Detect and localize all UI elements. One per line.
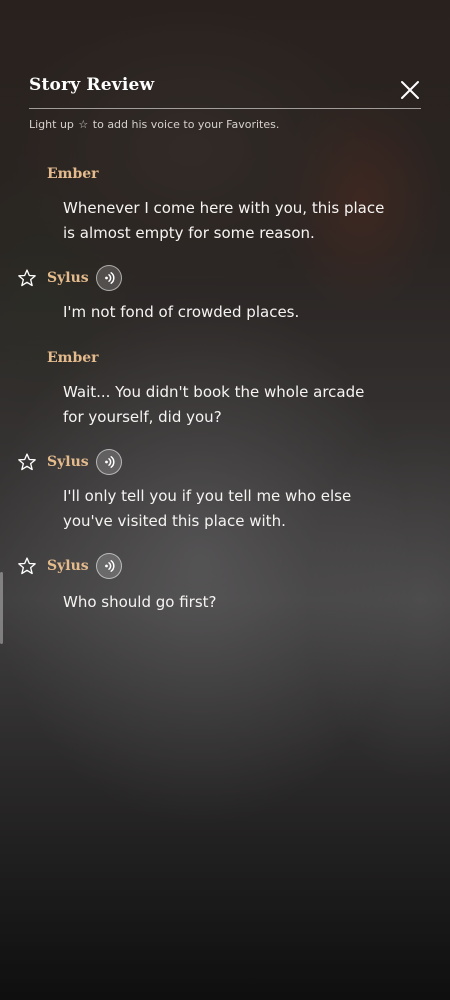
favorites-hint: Light up ☆ to add his voice to your Favo… <box>29 118 279 131</box>
speaker-name: Ember <box>47 166 99 182</box>
hint-text-post: to add his voice to your Favorites. <box>92 118 280 131</box>
star-outline-icon <box>18 557 36 575</box>
dialogue-line: Whenever I come here with you, this plac… <box>63 199 385 217</box>
dialogue-line: Wait... You didn't book the whole arcade <box>63 383 365 401</box>
hint-text-pre: Light up <box>29 118 74 131</box>
star-outline-icon <box>18 269 36 287</box>
favorite-star-button[interactable] <box>17 268 37 288</box>
favorite-star-button[interactable] <box>17 452 37 472</box>
speaker-name: Ember <box>47 350 99 366</box>
speaker-name: Sylus <box>47 558 89 574</box>
speaker-name: Sylus <box>47 454 89 470</box>
voice-play-icon <box>105 560 115 572</box>
voice-play-icon <box>105 272 115 284</box>
dialogue-line: is almost empty for some reason. <box>63 224 315 242</box>
hint-star-icon: ☆ <box>78 118 89 131</box>
favorite-star-button[interactable] <box>17 556 37 576</box>
dialogue-line: I'm not fond of crowded places. <box>63 303 300 321</box>
story-review-panel: Story Review Light up ☆ to add his voice… <box>0 0 450 1000</box>
page-title: Story Review <box>29 75 155 95</box>
voice-play-button[interactable] <box>96 449 122 475</box>
close-button[interactable] <box>396 76 424 104</box>
voice-play-button[interactable] <box>96 265 122 291</box>
star-outline-icon <box>18 453 36 471</box>
voice-play-button[interactable] <box>96 553 122 579</box>
voice-play-icon <box>105 456 115 468</box>
dialogue-line: for yourself, did you? <box>63 408 222 426</box>
close-icon <box>401 81 419 99</box>
dialogue-line: Who should go first? <box>63 593 217 611</box>
header-divider <box>29 108 421 109</box>
dialogue-line: you've visited this place with. <box>63 512 286 530</box>
speaker-name: Sylus <box>47 270 89 286</box>
dialogue-line: I'll only tell you if you tell me who el… <box>63 487 352 505</box>
